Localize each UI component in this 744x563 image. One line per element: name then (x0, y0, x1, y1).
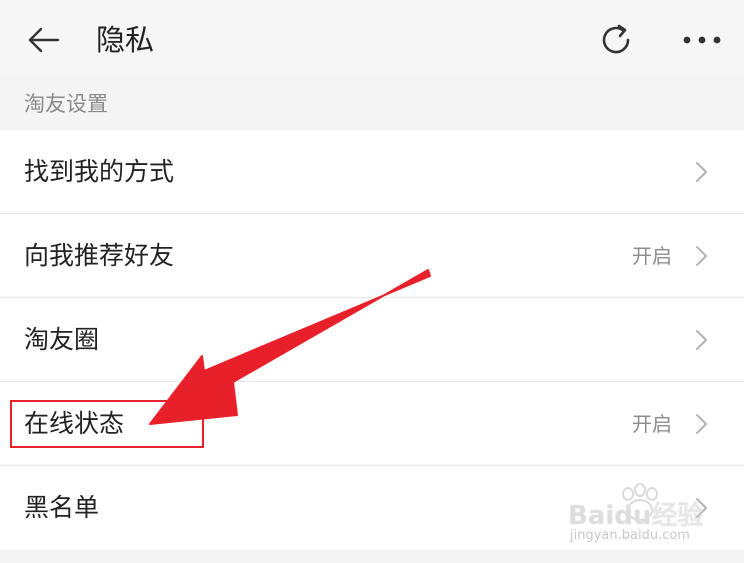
refresh-button[interactable] (592, 16, 640, 64)
chevron-right-icon (696, 246, 707, 266)
watermark-url: jingyan.baidu.com (570, 528, 690, 543)
bottom-divider (0, 551, 744, 563)
page-title: 隐私 (96, 23, 155, 57)
highlight-box (10, 400, 204, 448)
row-label: 找到我的方式 (24, 157, 175, 186)
row-label: 黑名单 (24, 493, 100, 522)
arrow-left-icon (28, 27, 60, 53)
section-title: 淘友设置 (24, 92, 108, 116)
row-friend-circle[interactable]: 淘友圈 (0, 298, 744, 382)
chevron-right-icon (696, 414, 707, 434)
chevron-right-icon (696, 330, 707, 350)
watermark-logo-text: Baidu经验 (568, 500, 703, 531)
row-label: 向我推荐好友 (24, 241, 175, 270)
back-button[interactable] (22, 18, 66, 62)
row-value: 开启 (632, 412, 672, 436)
row-value: 开启 (632, 244, 672, 268)
top-bar: 隐私 (0, 0, 744, 78)
chevron-right-icon (696, 162, 707, 182)
row-label: 淘友圈 (24, 325, 100, 354)
more-button[interactable] (674, 16, 730, 64)
row-find-me[interactable]: 找到我的方式 (0, 130, 744, 214)
refresh-icon (602, 24, 630, 54)
row-recommend-friends[interactable]: 向我推荐好友 开启 (0, 214, 744, 298)
more-horizontal-icon (683, 36, 721, 44)
